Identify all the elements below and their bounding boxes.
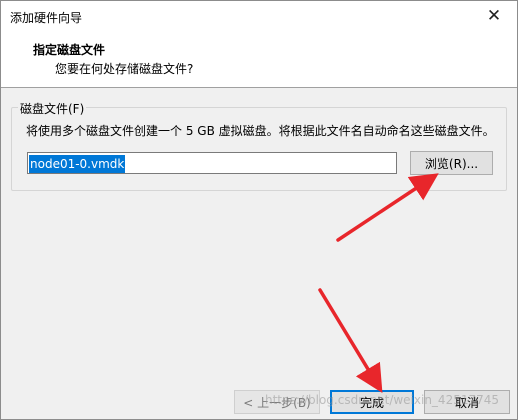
cancel-button[interactable]: 取消: [424, 390, 510, 414]
window-title: 添加硬件向导: [10, 11, 83, 25]
previous-button[interactable]: < 上一步(B): [234, 390, 320, 414]
close-button[interactable]: ✕: [471, 1, 517, 31]
group-legend: 磁盘文件(F): [18, 100, 87, 117]
wizard-header: 指定磁盘文件 您要在何处存储磁盘文件?: [1, 31, 517, 88]
disk-file-name-text: node01-0.vmdk: [29, 155, 126, 173]
wizard-footer: < 上一步(B) 完成 取消: [1, 371, 517, 419]
disk-file-name-input[interactable]: node01-0.vmdk: [27, 152, 397, 174]
title-bar: 添加硬件向导 ✕: [1, 1, 517, 31]
disk-file-group: 磁盘文件(F) 将使用多个磁盘文件创建一个 5 GB 虚拟磁盘。将根据此文件名自…: [11, 100, 507, 191]
finish-button[interactable]: 完成: [330, 390, 414, 414]
page-subtitle: 您要在何处存储磁盘文件?: [55, 62, 194, 76]
group-description: 将使用多个磁盘文件创建一个 5 GB 虚拟磁盘。将根据此文件名自动命名这些磁盘文…: [26, 124, 495, 138]
page-title: 指定磁盘文件: [33, 43, 106, 57]
add-hardware-wizard-window: 添加硬件向导 ✕ 指定磁盘文件 您要在何处存储磁盘文件? 磁盘文件(F) 将使用…: [0, 0, 518, 420]
browse-button[interactable]: 浏览(R)...: [410, 151, 493, 175]
close-icon: ✕: [486, 6, 502, 26]
